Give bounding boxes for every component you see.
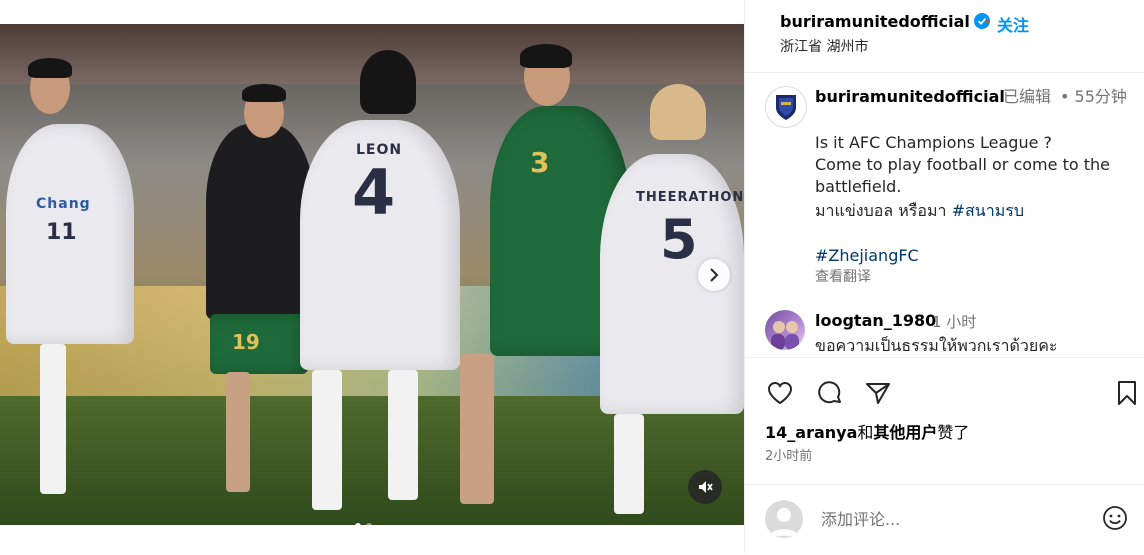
chevron-right-icon bbox=[710, 268, 719, 282]
player-leon-leg-left bbox=[312, 370, 342, 510]
caption-time-value: 55分钟 bbox=[1074, 87, 1127, 106]
post-timestamp[interactable]: 2小时前 bbox=[765, 445, 812, 464]
likes-first-user[interactable]: 14_aranya bbox=[765, 423, 857, 442]
commenter-username[interactable]: loogtan_1980 bbox=[815, 311, 936, 330]
carousel-dot bbox=[366, 523, 372, 525]
player-left-leg bbox=[40, 344, 66, 494]
player-green-leg bbox=[460, 354, 494, 504]
next-slide-button[interactable] bbox=[698, 259, 730, 291]
carousel-dots bbox=[355, 523, 372, 525]
jersey-right-number: 5 bbox=[660, 208, 698, 271]
post-video[interactable]: Chang 11 19 LEON 4 3 THEERATHON 5 bbox=[0, 24, 744, 525]
caption-line-1: Is it AFC Champions League ? bbox=[815, 133, 1053, 152]
player-left-white: Chang 11 bbox=[6, 124, 134, 344]
edited-label: 已编辑 bbox=[1003, 87, 1052, 106]
emoji-icon bbox=[1103, 506, 1127, 530]
comment-icon bbox=[818, 381, 841, 404]
player-leon: LEON 4 bbox=[300, 120, 460, 370]
comment-button[interactable] bbox=[815, 378, 845, 408]
jersey-bg-number: 19 bbox=[232, 330, 260, 354]
add-comment-bar bbox=[745, 484, 1144, 555]
caption-author-avatar[interactable] bbox=[765, 86, 807, 128]
post-side-panel: buriramunitedofficial • 关注 浙江省 湖州市 burir… bbox=[744, 0, 1144, 553]
jersey-left-number: 11 bbox=[46, 220, 77, 245]
caption-line-4: มาแข่งบอล หรือมา #สนามรบ bbox=[815, 200, 1024, 222]
comment-input[interactable] bbox=[819, 505, 1093, 533]
jersey-center-number: 4 bbox=[352, 156, 396, 229]
mute-button[interactable] bbox=[688, 470, 722, 504]
staff-leg bbox=[226, 372, 250, 492]
current-user-avatar bbox=[765, 500, 803, 538]
jersey-sponsor: Chang bbox=[36, 196, 91, 212]
commenter-avatar[interactable] bbox=[765, 310, 805, 350]
jersey-green-number: 3 bbox=[530, 146, 550, 179]
player-leon-hair bbox=[360, 50, 416, 114]
post-location[interactable]: 浙江省 湖州市 bbox=[780, 36, 868, 56]
club-crest-icon bbox=[776, 95, 796, 120]
save-button[interactable] bbox=[1112, 378, 1142, 408]
player-theerathon-hair bbox=[650, 84, 706, 140]
commenter-photo bbox=[771, 321, 799, 350]
hashtag-zhejiangfc[interactable]: #ZhejiangFC bbox=[815, 245, 919, 267]
caption-thai-text: มาแข่งบอล หรือมา bbox=[815, 201, 947, 220]
header-dot-separator: • bbox=[983, 12, 993, 31]
comment-time: 1 小时 bbox=[932, 313, 977, 331]
caption-author-name[interactable]: buriramunitedofficial bbox=[815, 86, 1005, 108]
player-left-hair bbox=[28, 58, 72, 78]
caption-time: • 55分钟 bbox=[1060, 87, 1127, 106]
player-green-hair bbox=[520, 44, 572, 68]
likes-and: 和 bbox=[857, 423, 874, 442]
see-translation-link[interactable]: 查看翻译 bbox=[815, 266, 871, 286]
carousel-dot-active bbox=[355, 523, 361, 525]
bookmark-icon bbox=[1118, 381, 1136, 405]
staff-dark-jacket bbox=[206, 124, 314, 320]
default-avatar-icon bbox=[770, 508, 798, 536]
caption-line-2: Come to play football or come to the bbox=[815, 155, 1110, 174]
player-leon-leg-right bbox=[388, 370, 418, 500]
post-header: buriramunitedofficial • 关注 浙江省 湖州市 bbox=[745, 0, 1144, 73]
post-actions: 14_aranya和其他用户赞了 2小时前 bbox=[745, 357, 1144, 554]
likes-suffix: 赞了 bbox=[937, 423, 970, 442]
comment-text: ขอความเป็นธรรมให้พวกเราด้วยคะ bbox=[815, 336, 1058, 355]
heart-icon bbox=[767, 381, 793, 405]
player-theerathon-leg bbox=[614, 414, 644, 514]
caption-line-3: battlefield. bbox=[815, 177, 902, 196]
follow-button[interactable]: 关注 bbox=[997, 12, 1029, 36]
share-icon bbox=[866, 383, 890, 404]
emoji-button[interactable] bbox=[1100, 503, 1130, 533]
mute-icon bbox=[699, 481, 713, 493]
staff-hair bbox=[242, 84, 286, 102]
likes-summary: 14_aranya和其他用户赞了 bbox=[765, 419, 969, 443]
like-button[interactable] bbox=[765, 378, 795, 408]
share-button[interactable] bbox=[863, 378, 893, 408]
post-author-name[interactable]: buriramunitedofficial bbox=[780, 12, 970, 31]
likes-others[interactable]: 其他用户 bbox=[873, 423, 937, 442]
jersey-right-name: THEERATHON bbox=[636, 190, 744, 205]
hashtag-battlefield[interactable]: #สนามรบ bbox=[952, 201, 1024, 220]
post-author[interactable]: buriramunitedofficial bbox=[780, 12, 990, 31]
staff-shorts: 19 bbox=[210, 314, 308, 374]
